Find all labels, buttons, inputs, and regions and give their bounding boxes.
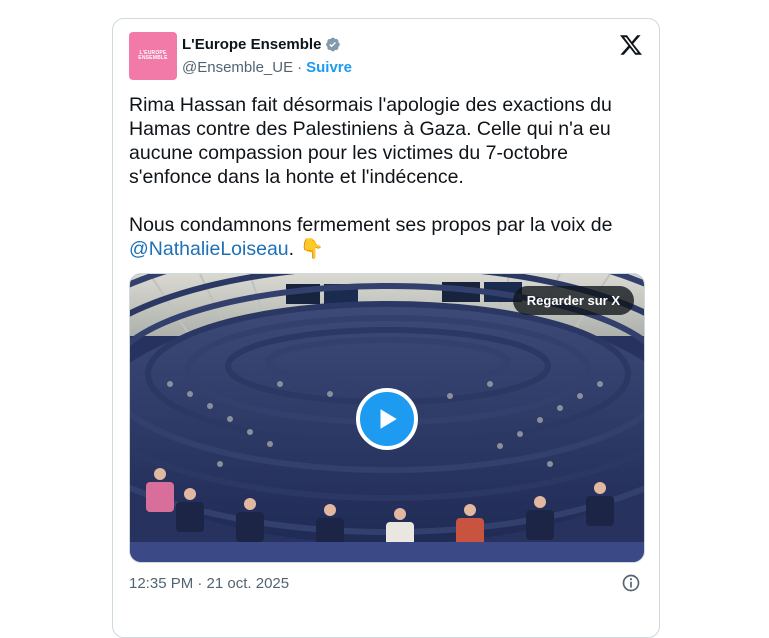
tweet-paragraph-2: Nous condamnons fermement ses propos par… [129, 213, 641, 261]
follow-link[interactable]: Suivre [306, 59, 352, 76]
verified-badge-icon [326, 37, 341, 52]
avatar-logo-text: L'EUROPE ENSEMBLE [138, 50, 168, 61]
tweet-paragraph-2-text: Nous condamnons fermement ses propos par… [129, 214, 613, 236]
watch-on-x-button[interactable]: Regarder sur X [512, 286, 634, 315]
x-logo-icon[interactable] [619, 33, 643, 57]
play-button[interactable] [356, 388, 418, 450]
tweet-period: . [288, 238, 295, 260]
avatar[interactable]: L'EUROPE ENSEMBLE [129, 32, 177, 80]
author-display-name[interactable]: L'Europe Ensemble [182, 36, 321, 53]
info-icon[interactable] [621, 573, 641, 593]
author-handle-row: @Ensemble_UE · Suivre [182, 59, 352, 76]
author-handle[interactable]: @Ensemble_UE [182, 59, 293, 76]
play-icon [380, 409, 397, 429]
tweet-text: Rima Hassan fait désormais l'apologie de… [129, 93, 641, 261]
tweet-card[interactable]: L'EUROPE ENSEMBLE L'Europe Ensemble @Ens… [112, 18, 660, 638]
video-player[interactable]: Regarder sur X [129, 273, 645, 563]
tweet-paragraph-1: Rima Hassan fait désormais l'apologie de… [129, 94, 612, 188]
tweet-timestamp[interactable]: 12:35 PM · 21 oct. 2025 [129, 575, 289, 592]
author-name-row: L'Europe Ensemble [182, 36, 341, 53]
pointing-down-emoji: 👇 [299, 238, 324, 260]
separator-dot: · [297, 59, 303, 76]
mention-link[interactable]: @NathalieLoiseau [129, 238, 289, 260]
